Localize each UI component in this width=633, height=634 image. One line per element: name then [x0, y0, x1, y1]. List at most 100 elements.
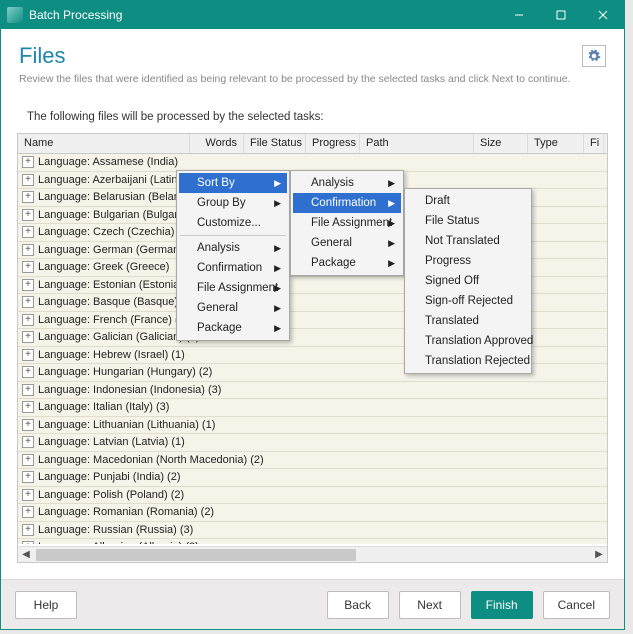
help-button[interactable]: Help	[15, 591, 77, 619]
expand-icon[interactable]: +	[22, 366, 34, 378]
menu-analysis[interactable]: Analysis▶	[179, 238, 287, 258]
col-progress[interactable]: Progress	[306, 134, 360, 153]
group-label: Language: Albanian (Albania) (2)	[38, 541, 199, 544]
group-row[interactable]: +Language: Macedonian (North Macedonia) …	[18, 452, 607, 470]
expand-icon[interactable]: +	[22, 261, 34, 273]
group-row[interactable]: + Language: Latvian (Latvia) (1)	[18, 434, 607, 452]
group-label: Language: Czech (Czechia)	[38, 226, 174, 238]
opt-not-translated[interactable]: Not Translated	[407, 231, 529, 251]
grid-header: Name Words File Status Progress Path Siz…	[18, 134, 607, 154]
col-words[interactable]: Words	[190, 134, 244, 153]
group-row[interactable]: + Language: Russian (Russia) (3)	[18, 522, 607, 540]
context-menu-main[interactable]: Sort By▶ Group By▶ Customize... Analysis…	[176, 170, 290, 341]
group-row[interactable]: +Language: Romanian (Romania) (2)	[18, 504, 607, 522]
titlebar: Batch Processing	[1, 1, 624, 29]
group-row[interactable]: +Language: Punjabi (India) (2)	[18, 469, 607, 487]
expand-icon[interactable]: +	[22, 541, 34, 544]
col-path[interactable]: Path	[360, 134, 474, 153]
back-button[interactable]: Back	[327, 591, 389, 619]
opt-file-status[interactable]: File Status	[407, 211, 529, 231]
col-file-status[interactable]: File Status	[244, 134, 306, 153]
chevron-right-icon: ▶	[274, 323, 281, 334]
submenu-file-assignment[interactable]: File Assignment▶	[293, 213, 401, 233]
expand-icon[interactable]: +	[22, 419, 34, 431]
intro-text: The following files will be processed by…	[1, 93, 624, 129]
submenu-confirmation[interactable]: Confirmation▶	[293, 193, 401, 213]
submenu-package[interactable]: Package▶	[293, 253, 401, 273]
expand-icon[interactable]: +	[22, 489, 34, 501]
opt-progress[interactable]: Progress	[407, 251, 529, 271]
menu-customize[interactable]: Customize...	[179, 213, 287, 233]
group-row[interactable]: + Language: Albanian (Albania) (2)	[18, 539, 607, 544]
opt-translated[interactable]: Translated	[407, 311, 529, 331]
group-row[interactable]: + Language: Indonesian (Indonesia) (3)	[18, 382, 607, 400]
expand-icon[interactable]: +	[22, 524, 34, 536]
expand-icon[interactable]: +	[22, 331, 34, 343]
menu-sort-by[interactable]: Sort By▶	[179, 173, 287, 193]
group-label: Language: Indonesian (Indonesia) (3)	[38, 384, 221, 396]
maximize-button[interactable]	[540, 1, 582, 29]
menu-confirmation[interactable]: Confirmation▶	[179, 258, 287, 278]
col-name[interactable]: Name	[18, 134, 190, 153]
chevron-right-icon: ▶	[274, 198, 281, 209]
col-size[interactable]: Size	[474, 134, 528, 153]
opt-translation-rejected[interactable]: Translation Rejected	[407, 351, 529, 371]
group-row[interactable]: +Language: Lithuanian (Lithuania) (1)	[18, 417, 607, 435]
submenu-general[interactable]: General▶	[293, 233, 401, 253]
footer: Help Back Next Finish Cancel	[1, 579, 624, 629]
page-title: Files	[19, 43, 606, 69]
context-submenu-sortby[interactable]: Analysis▶ Confirmation▶ File Assignment▶…	[290, 170, 404, 276]
opt-draft[interactable]: Draft	[407, 191, 529, 211]
header: Files Review the files that were identif…	[1, 29, 624, 93]
group-row[interactable]: +Language: Polish (Poland) (2)	[18, 487, 607, 505]
next-button[interactable]: Next	[399, 591, 461, 619]
chevron-right-icon: ▶	[388, 218, 395, 229]
expand-icon[interactable]: +	[22, 506, 34, 518]
finish-button[interactable]: Finish	[471, 591, 533, 619]
horizontal-scrollbar[interactable]: ◀ ▶	[18, 546, 607, 562]
close-button[interactable]	[582, 1, 624, 29]
expand-icon[interactable]: +	[22, 279, 34, 291]
menu-package[interactable]: Package▶	[179, 318, 287, 338]
expand-icon[interactable]: +	[22, 471, 34, 483]
group-row[interactable]: +Language: Assamese (India)	[18, 154, 607, 172]
context-submenu-confirmation[interactable]: Draft File Status Not Translated Progres…	[404, 188, 532, 374]
expand-icon[interactable]: +	[22, 384, 34, 396]
chevron-right-icon: ▶	[274, 303, 281, 314]
scroll-left-icon[interactable]: ◀	[18, 547, 34, 563]
col-type[interactable]: Type	[528, 134, 584, 153]
col-fi[interactable]: Fi	[584, 134, 604, 153]
chevron-right-icon: ▶	[274, 283, 281, 294]
expand-icon[interactable]: +	[22, 156, 34, 168]
expand-icon[interactable]: +	[22, 209, 34, 221]
expand-icon[interactable]: +	[22, 454, 34, 466]
chevron-right-icon: ▶	[274, 243, 281, 254]
expand-icon[interactable]: +	[22, 349, 34, 361]
expand-icon[interactable]: +	[22, 436, 34, 448]
group-label: Language: Basque (Basque) (2)	[38, 296, 195, 308]
opt-signed-off[interactable]: Signed Off	[407, 271, 529, 291]
group-label: Language: Russian (Russia) (3)	[38, 524, 193, 536]
expand-icon[interactable]: +	[22, 191, 34, 203]
menu-file-assignment[interactable]: File Assignment▶	[179, 278, 287, 298]
opt-signoff-rejected[interactable]: Sign-off Rejected	[407, 291, 529, 311]
minimize-button[interactable]	[498, 1, 540, 29]
expand-icon[interactable]: +	[22, 314, 34, 326]
scroll-thumb[interactable]	[36, 549, 356, 561]
scroll-right-icon[interactable]: ▶	[591, 547, 607, 563]
group-label: Language: French (France) (3)	[38, 314, 188, 326]
settings-button[interactable]	[582, 45, 606, 67]
expand-icon[interactable]: +	[22, 226, 34, 238]
menu-group-by[interactable]: Group By▶	[179, 193, 287, 213]
menu-general[interactable]: General▶	[179, 298, 287, 318]
cancel-button[interactable]: Cancel	[543, 591, 610, 619]
expand-icon[interactable]: +	[22, 401, 34, 413]
expand-icon[interactable]: +	[22, 174, 34, 186]
expand-icon[interactable]: +	[22, 296, 34, 308]
submenu-analysis[interactable]: Analysis▶	[293, 173, 401, 193]
group-label: Language: Belarusian (Belarus)	[38, 191, 193, 203]
group-label: Language: Latvian (Latvia) (1)	[38, 436, 185, 448]
opt-translation-approved[interactable]: Translation Approved	[407, 331, 529, 351]
expand-icon[interactable]: +	[22, 244, 34, 256]
group-row[interactable]: +Language: Italian (Italy) (3)	[18, 399, 607, 417]
